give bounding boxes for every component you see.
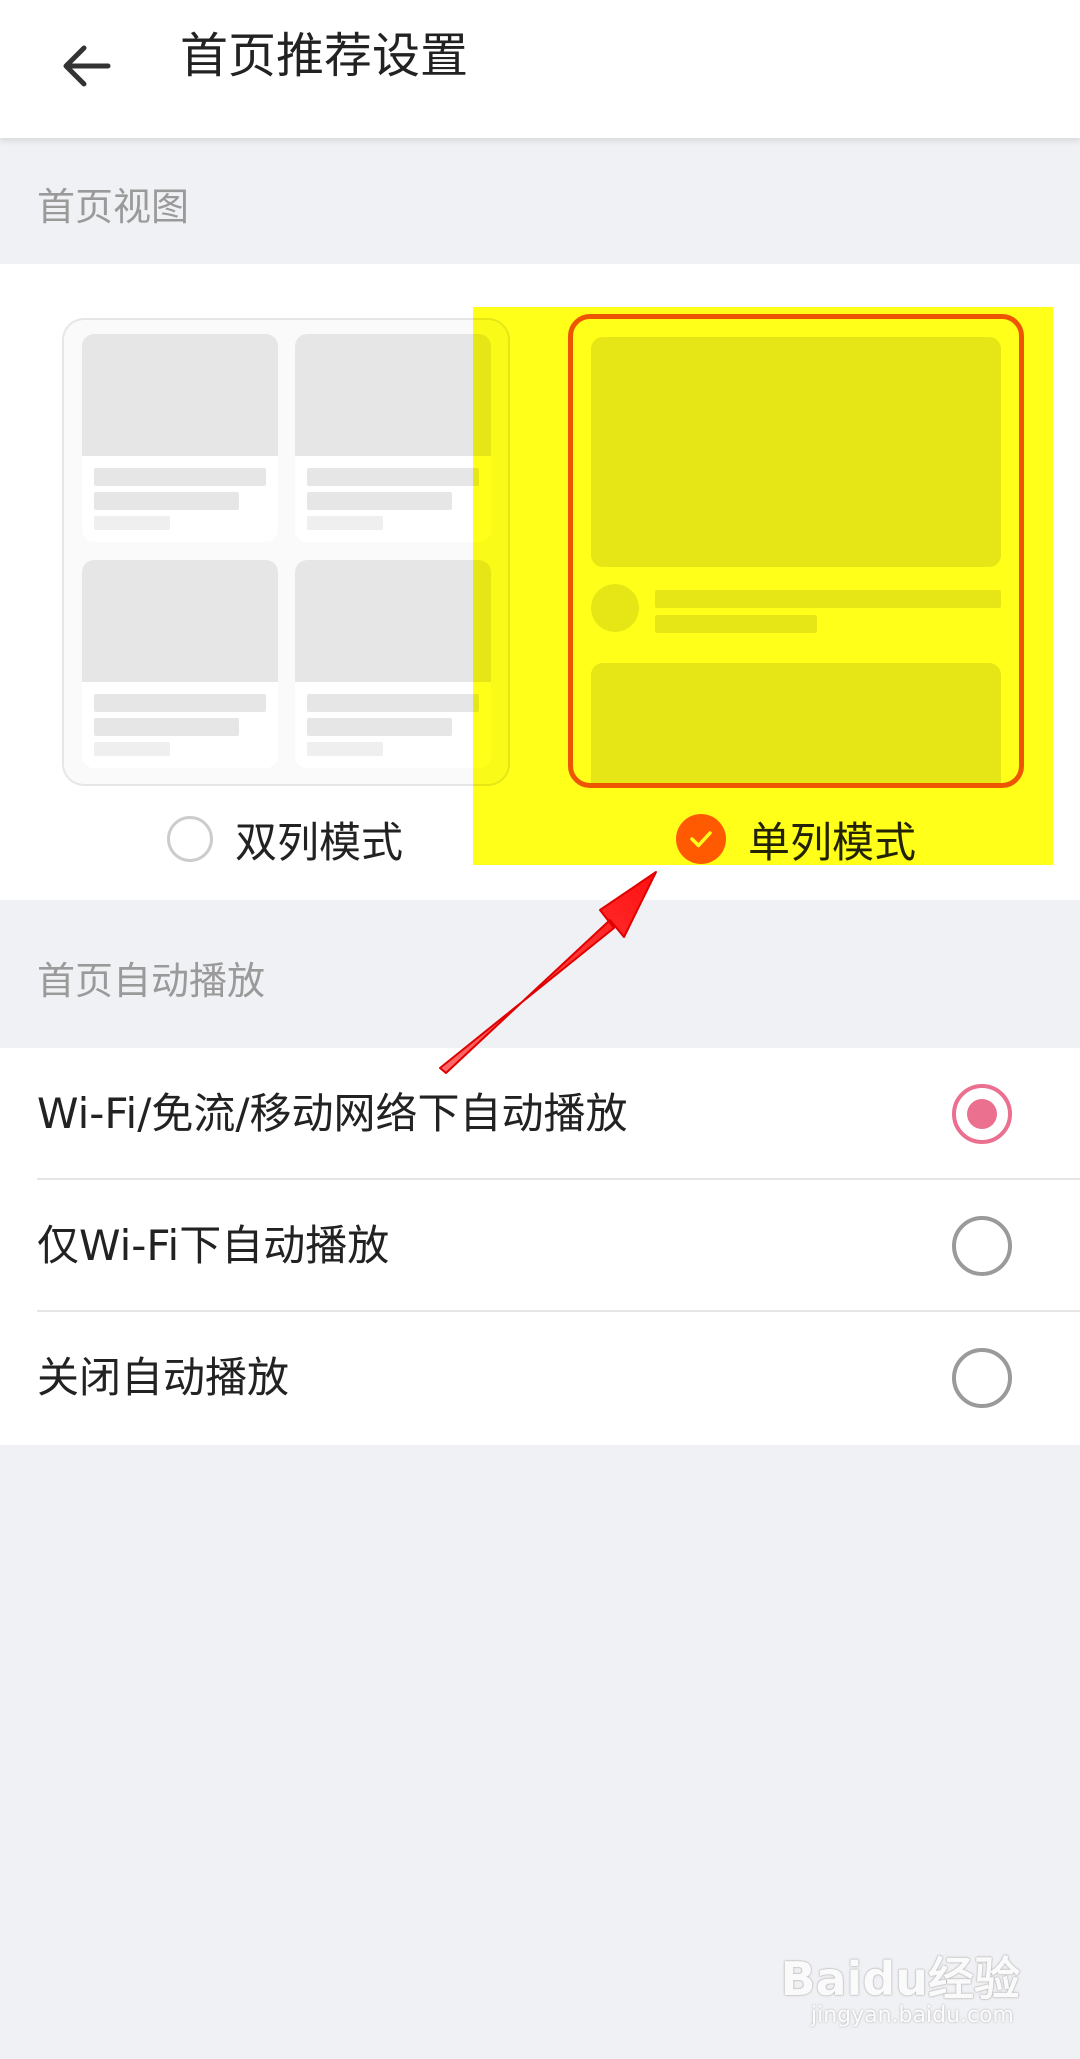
autoplay-option-wifi-only[interactable]: 仅Wi-Fi下自动播放 [0, 1180, 1080, 1312]
back-button[interactable] [38, 18, 134, 114]
single-column-label: 单列模式 [748, 817, 917, 867]
option-label: 关闭自动播放 [37, 1353, 290, 1402]
option-label: Wi-Fi/免流/移动网络下自动播放 [37, 1089, 628, 1138]
back-arrow-icon [63, 45, 111, 87]
page-title: 首页推荐设置 [180, 28, 469, 84]
preview-card [295, 334, 491, 542]
watermark-brand: Baidu经验 [780, 1952, 1020, 2006]
check-circle-icon[interactable] [676, 814, 726, 864]
preview-card [82, 334, 278, 542]
preview-card [295, 560, 491, 768]
app-bar: 首页推荐设置 [0, 0, 1080, 138]
radio-checked-icon[interactable] [952, 1084, 1012, 1144]
double-column-option[interactable]: 双列模式 [167, 811, 403, 867]
preview-card [82, 560, 278, 768]
single-column-preview[interactable] [568, 314, 1024, 788]
baidu-watermark: Baidu经验 jingyan.baidu.com [760, 1931, 1020, 2041]
autoplay-option-all-networks[interactable]: Wi-Fi/免流/移动网络下自动播放 [0, 1048, 1080, 1180]
autoplay-option-off[interactable]: 关闭自动播放 [0, 1312, 1080, 1444]
double-column-preview[interactable] [62, 318, 510, 786]
preview-image [591, 337, 1001, 567]
section-header-view: 首页视图 [37, 185, 190, 229]
single-column-option[interactable]: 单列模式 [676, 811, 916, 867]
watermark-domain: jingyan.baidu.com [810, 2003, 1014, 2028]
radio-unchecked-icon[interactable] [952, 1216, 1012, 1276]
preview-image [591, 663, 1001, 783]
radio-unchecked-icon[interactable] [167, 816, 213, 862]
radio-unchecked-icon[interactable] [952, 1348, 1012, 1408]
option-label: 仅Wi-Fi下自动播放 [37, 1221, 390, 1270]
checkmark-icon [690, 831, 712, 848]
preview-avatar [591, 584, 639, 632]
view-mode-panel: 双列模式 单列模式 [0, 264, 1080, 900]
section-header-autoplay: 首页自动播放 [37, 959, 266, 1003]
double-column-label: 双列模式 [235, 817, 404, 867]
autoplay-options-list: Wi-Fi/免流/移动网络下自动播放 仅Wi-Fi下自动播放 关闭自动播放 [0, 1048, 1080, 1445]
